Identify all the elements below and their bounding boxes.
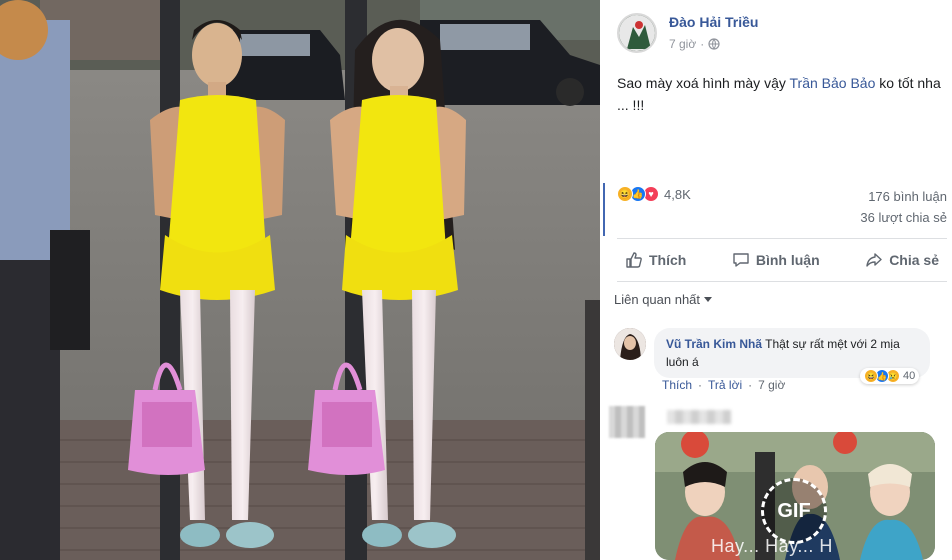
commenter-avatar[interactable] (614, 328, 646, 360)
blurred-avatar[interactable] (609, 406, 645, 438)
comment-count[interactable]: 176 bình luận (868, 189, 947, 204)
comment-item: GIF Hay... Hay... H (609, 404, 947, 560)
author-name[interactable]: Đào Hải Triều (669, 14, 758, 30)
comment-reply-link[interactable]: Trả lời (708, 378, 742, 392)
commenter-name[interactable]: Vũ Trần Kim Nhã (666, 337, 762, 351)
separator-dot: · (698, 378, 703, 392)
haha-reaction-icon: 😆 (617, 186, 633, 202)
comment-like-link[interactable]: Thích (662, 378, 692, 392)
separator-dot: · (700, 37, 705, 51)
reaction-summary[interactable]: 😆 👍 ♥ 4,8K (617, 186, 691, 202)
thumbs-up-icon (626, 252, 642, 268)
globe-icon (708, 38, 720, 50)
comment-label: Bình luận (755, 252, 820, 268)
commenter-avatar-image (614, 328, 646, 360)
share-label: Chia sẻ (889, 252, 939, 268)
accent-bar (603, 183, 605, 236)
comment-icon (733, 253, 749, 267)
comment-sort-dropdown[interactable]: Liên quan nhất (614, 292, 713, 307)
share-arrow-icon (866, 253, 882, 267)
separator-dot: · (748, 378, 753, 392)
caret-down-icon (704, 297, 713, 302)
comment-button[interactable]: Bình luận (724, 244, 828, 276)
post-message: Sao mày xoá hình mày vậy Trần Bảo Bảo ko… (617, 72, 943, 116)
like-button[interactable]: Thích (617, 244, 694, 276)
photo-illustration (0, 0, 600, 560)
post-panel: Đào Hải Triều 7 giờ · Sao mày xoá hình m… (603, 0, 952, 560)
sort-label: Liên quan nhất (614, 292, 701, 307)
haha-reaction-icon: 😆 (864, 369, 878, 383)
post-time[interactable]: 7 giờ (669, 37, 696, 51)
post-actions: Thích Bình luận Chia sẻ (617, 244, 947, 276)
author-avatar[interactable] (617, 13, 657, 53)
gif-caption: Hay... Hay... H (711, 536, 833, 556)
comment-reaction-count: 40 (903, 370, 916, 382)
comment-reactions[interactable]: 😆 👍 😢 40 (860, 368, 920, 384)
post-text-start: Sao mày xoá hình mày vậy (617, 75, 790, 91)
gif-attachment[interactable]: GIF Hay... Hay... H (655, 432, 935, 560)
comment-time[interactable]: 7 giờ (758, 378, 785, 392)
avatar-image (619, 15, 655, 51)
post-photo[interactable] (0, 0, 600, 560)
like-label: Thích (649, 252, 687, 268)
comment-actions: Thích · Trả lời · 7 giờ (662, 378, 785, 392)
reaction-count: 4,8K (664, 186, 691, 202)
share-count[interactable]: 36 lượt chia sẻ (860, 210, 947, 225)
divider-bottom (617, 281, 947, 282)
divider-top (617, 238, 947, 239)
share-button[interactable]: Chia sẻ (857, 244, 947, 276)
blurred-commenter-name[interactable] (667, 410, 731, 424)
post-meta: 7 giờ · (669, 37, 720, 51)
post-stats: 😆 👍 ♥ 4,8K 176 bình luận 36 lượt chia sẻ (617, 186, 947, 226)
comment-item: Vũ Trần Kim Nhã Thật sự rất mệt với 2 mị… (614, 328, 947, 398)
gif-play-badge[interactable]: GIF (761, 478, 827, 544)
tagged-user-link[interactable]: Trần Bảo Bảo (790, 75, 876, 91)
post-header: Đào Hải Triều 7 giờ · (617, 10, 947, 56)
